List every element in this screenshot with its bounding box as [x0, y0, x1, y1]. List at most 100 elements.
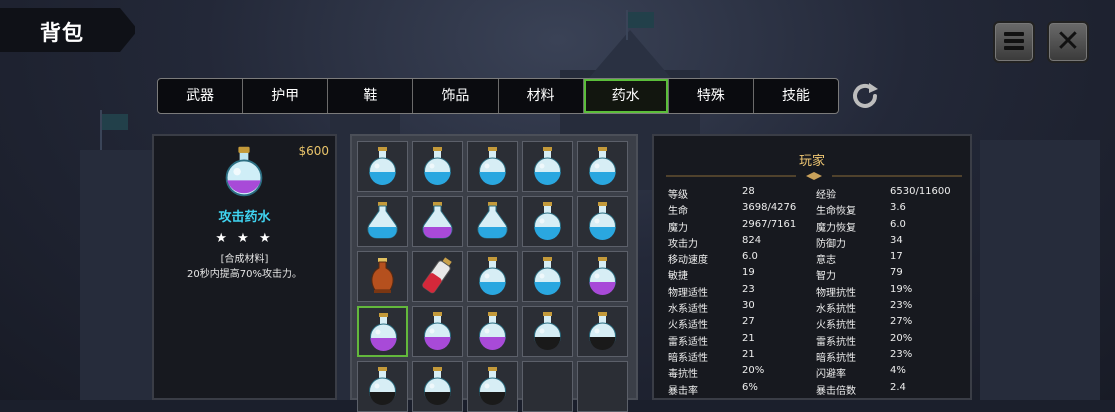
- inventory-slot[interactable]: [522, 251, 573, 302]
- stat-value: 3.6: [890, 202, 906, 214]
- stat-row: 暗系适性 21 暗系抗性 23%: [668, 349, 958, 365]
- purple-potion-icon: [424, 312, 451, 350]
- tab-shoes[interactable]: 鞋: [327, 79, 412, 113]
- stat-label: 暗系抗性: [816, 352, 856, 364]
- inventory-slot[interactable]: [577, 361, 628, 412]
- stat-row: 水系适性 30 水系抗性 23%: [668, 300, 958, 316]
- inventory-slot[interactable]: [467, 196, 518, 247]
- stat-row: 敏捷 19 智力 79: [668, 267, 958, 283]
- tab-weapons[interactable]: 武器: [158, 79, 242, 113]
- inventory-slot[interactable]: [412, 251, 463, 302]
- stat-value: 19%: [890, 283, 913, 295]
- stat-label: 智力: [816, 271, 836, 283]
- menu-button[interactable]: [993, 21, 1035, 63]
- stat-row: 火系适性 27 火系抗性 27%: [668, 316, 958, 332]
- refresh-icon[interactable]: [848, 79, 882, 113]
- inventory-slot[interactable]: [522, 306, 573, 357]
- blue-potion-icon: [479, 147, 506, 185]
- stat-label: 防御力: [816, 238, 846, 250]
- stat-label: 意志: [816, 255, 836, 267]
- stat-value: 20%: [890, 332, 913, 344]
- stat-label: 雷系适性: [668, 336, 708, 348]
- inventory-slot[interactable]: [467, 141, 518, 192]
- blue-potion-icon: [534, 257, 561, 295]
- item-price: $600: [298, 144, 329, 158]
- inventory-slot[interactable]: [522, 361, 573, 412]
- stat-label: 水系抗性: [816, 304, 856, 316]
- blue-potion-icon: [534, 147, 561, 185]
- inventory-slot[interactable]: [357, 251, 408, 302]
- stat-row: 攻击力 824 防御力 34: [668, 235, 958, 251]
- inventory-slot[interactable]: [412, 141, 463, 192]
- item-type: [合成材料]: [220, 254, 269, 265]
- stat-value: 23%: [890, 348, 913, 360]
- stat-row: 生命 3698/4276 生命恢复 3.6: [668, 202, 958, 218]
- stat-label: 移动速度: [668, 255, 708, 267]
- bottle-potion-icon: [422, 257, 452, 294]
- inventory-slot[interactable]: [467, 251, 518, 302]
- stat-value: 28: [742, 186, 755, 197]
- blue-potion-icon: [424, 147, 451, 185]
- tab-accessories[interactable]: 饰品: [412, 79, 497, 113]
- black-potion-icon: [479, 367, 506, 405]
- inventory-slot[interactable]: [412, 361, 463, 412]
- category-tabs: 武器 护甲 鞋 饰品 材料 药水 特殊 技能: [157, 78, 839, 114]
- stat-value: 21: [742, 348, 755, 360]
- inventory-slot[interactable]: [577, 141, 628, 192]
- stat-label: 暴击率: [668, 385, 698, 397]
- purple-potion-icon: [422, 202, 453, 239]
- tab-potions[interactable]: 药水: [582, 79, 668, 113]
- inventory-slot[interactable]: [467, 306, 518, 357]
- stat-value: 19: [742, 267, 755, 279]
- inventory-slot[interactable]: [357, 196, 408, 247]
- stat-value: 6.0: [890, 218, 906, 230]
- tab-skills[interactable]: 技能: [752, 79, 838, 113]
- tab-special[interactable]: 特殊: [667, 79, 753, 113]
- black-potion-icon: [424, 367, 451, 405]
- stat-value: 34: [890, 234, 903, 246]
- inventory-slot[interactable]: [467, 361, 518, 412]
- blue-potion-icon: [589, 202, 616, 240]
- stat-value: 23%: [890, 300, 913, 312]
- stat-row: 雷系适性 21 雷系抗性 20%: [668, 333, 958, 349]
- item-name: 攻击药水: [218, 210, 271, 225]
- tab-materials[interactable]: 材料: [497, 79, 583, 113]
- item-detail-panel: $600 攻击药水 ★ ★ ★ [合成材料] 20秒内提高70%攻击力。: [152, 134, 337, 400]
- stat-label: 物理抗性: [816, 287, 856, 299]
- stat-value: 27%: [890, 316, 913, 328]
- black-potion-icon: [589, 312, 616, 350]
- inventory-slot[interactable]: [577, 196, 628, 247]
- item-description: 20秒内提高70%攻击力。: [187, 269, 302, 280]
- stat-value: 17: [890, 251, 903, 263]
- inventory-slot[interactable]: [577, 306, 628, 357]
- inventory-slot[interactable]: [357, 141, 408, 192]
- stat-value: 6%: [742, 381, 758, 393]
- player-title: 玩家: [798, 154, 825, 169]
- blue-potion-icon: [367, 202, 398, 239]
- player-stats-panel: 玩家 等级 28 经验 6530/11600 生命 3698/4276 生命恢复 3.6 魔力 2…: [652, 134, 972, 400]
- stat-row: 等级 28 经验 6530/11600: [668, 186, 958, 202]
- stat-value: 27: [742, 316, 755, 328]
- stat-label: 暴击倍数: [816, 385, 856, 397]
- stat-label: 暗系适性: [668, 352, 708, 364]
- stat-label: 闪避率: [816, 369, 846, 381]
- stat-label: 经验: [816, 190, 836, 201]
- stat-label: 物理适性: [668, 287, 708, 299]
- selected-potion-icon: [225, 146, 263, 197]
- stat-label: 敏捷: [668, 271, 688, 283]
- player-stats-table: 等级 28 经验 6530/11600 生命 3698/4276 生命恢复 3.6 魔力 2967…: [668, 186, 958, 398]
- inventory-slot[interactable]: [357, 306, 408, 357]
- stat-label: 魔力: [668, 222, 688, 234]
- inventory-slot[interactable]: [357, 361, 408, 412]
- inventory-slot[interactable]: [522, 141, 573, 192]
- inventory-slot[interactable]: [577, 251, 628, 302]
- stat-value: 23: [742, 283, 755, 295]
- inventory-slot[interactable]: [412, 306, 463, 357]
- close-button[interactable]: ✕: [1047, 21, 1089, 63]
- stat-label: 等级: [668, 190, 688, 201]
- black-potion-icon: [369, 367, 396, 405]
- tab-armor[interactable]: 护甲: [242, 79, 327, 113]
- inventory-slot[interactable]: [522, 196, 573, 247]
- stat-value: 79: [890, 267, 903, 279]
- inventory-slot[interactable]: [412, 196, 463, 247]
